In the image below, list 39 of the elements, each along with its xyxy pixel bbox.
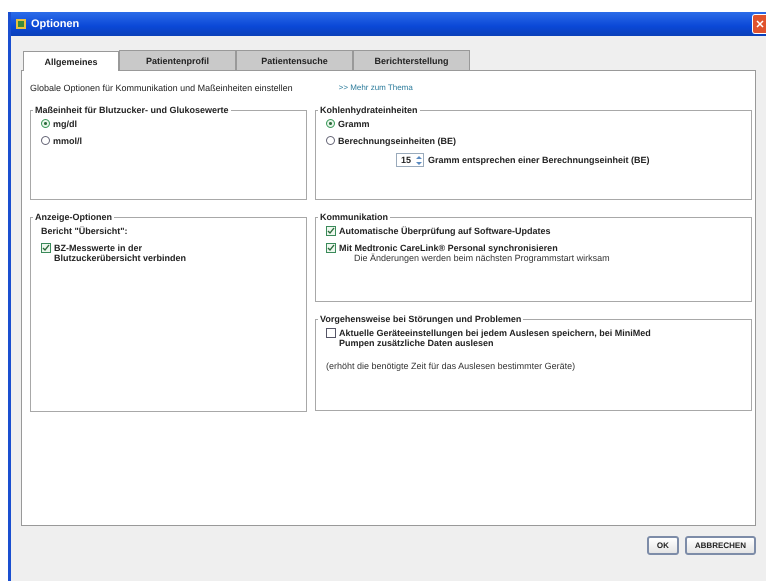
radio-label: mg/dl [53, 119, 77, 129]
checkbox-label: Aktuelle Geräteeinstellungen bei jedem Auslesen speichern, bei MiniMed Pumpen zusätzliche Daten auslesen [339, 328, 652, 348]
radio-label: Gramm [338, 119, 370, 129]
tab[interactable]: Patientenprofil [119, 50, 236, 70]
spinner-label: Gramm entsprechen einer Berechnungseinheit (BE) [428, 155, 650, 165]
group-title: Vorgehensweise bei Störungen und Problemen [319, 314, 522, 324]
radio-button[interactable] [41, 119, 50, 128]
spinner-arrows-icon[interactable] [416, 154, 422, 166]
number-field[interactable]: 15 [396, 153, 424, 167]
radio-button[interactable] [41, 136, 50, 145]
checkbox-label: BZ-Messwerte in der Blutzuckerübersicht verbinden [54, 243, 188, 263]
group-title: Kohlenhydrateinheiten [319, 105, 419, 115]
ok-button[interactable]: OK [646, 536, 679, 555]
app-icon [15, 18, 27, 30]
close-icon [756, 20, 764, 28]
group-title: Kommunikation [319, 212, 390, 222]
checkbox[interactable] [326, 226, 336, 236]
radio-button[interactable] [326, 136, 335, 145]
section-label: Bericht "Übersicht": [41, 226, 129, 236]
window-title: Optionen [31, 18, 80, 30]
radio-label: mmol/l [53, 136, 82, 146]
tab[interactable]: Berichterstellung [353, 50, 470, 70]
hint-text: (erhöht die benötigte Zeit für das Auslesen bestimmter Geräte) [326, 361, 576, 371]
intro-text: Globale Optionen für Kommunikation und Maßeinheiten einstellen [30, 83, 293, 93]
group-title: Maßeinheit für Blutzucker- und Glukosewerte [34, 105, 230, 115]
radio-label: Berechnungseinheiten (BE) [338, 136, 456, 146]
checkbox[interactable] [326, 328, 336, 338]
tab[interactable]: Allgemeines [23, 51, 119, 71]
checkbox-label: Mit Medtronic CareLink® Personal synchronisieren [339, 243, 558, 253]
checkbox[interactable] [41, 243, 51, 253]
close-button[interactable] [752, 14, 766, 34]
cancel-button[interactable]: ABBRECHEN [684, 536, 756, 555]
group-title: Anzeige-Optionen [34, 212, 113, 222]
radio-button[interactable] [326, 119, 335, 128]
more-link[interactable]: >> Mehr zum Thema [338, 83, 413, 93]
checkbox[interactable] [326, 243, 336, 253]
checkbox-label: Automatische Überprüfung auf Software-Updates [339, 226, 551, 236]
tab[interactable]: Patientensuche [236, 50, 353, 70]
note-text: Die Änderungen werden beim nächsten Programmstart wirksam [354, 253, 611, 263]
